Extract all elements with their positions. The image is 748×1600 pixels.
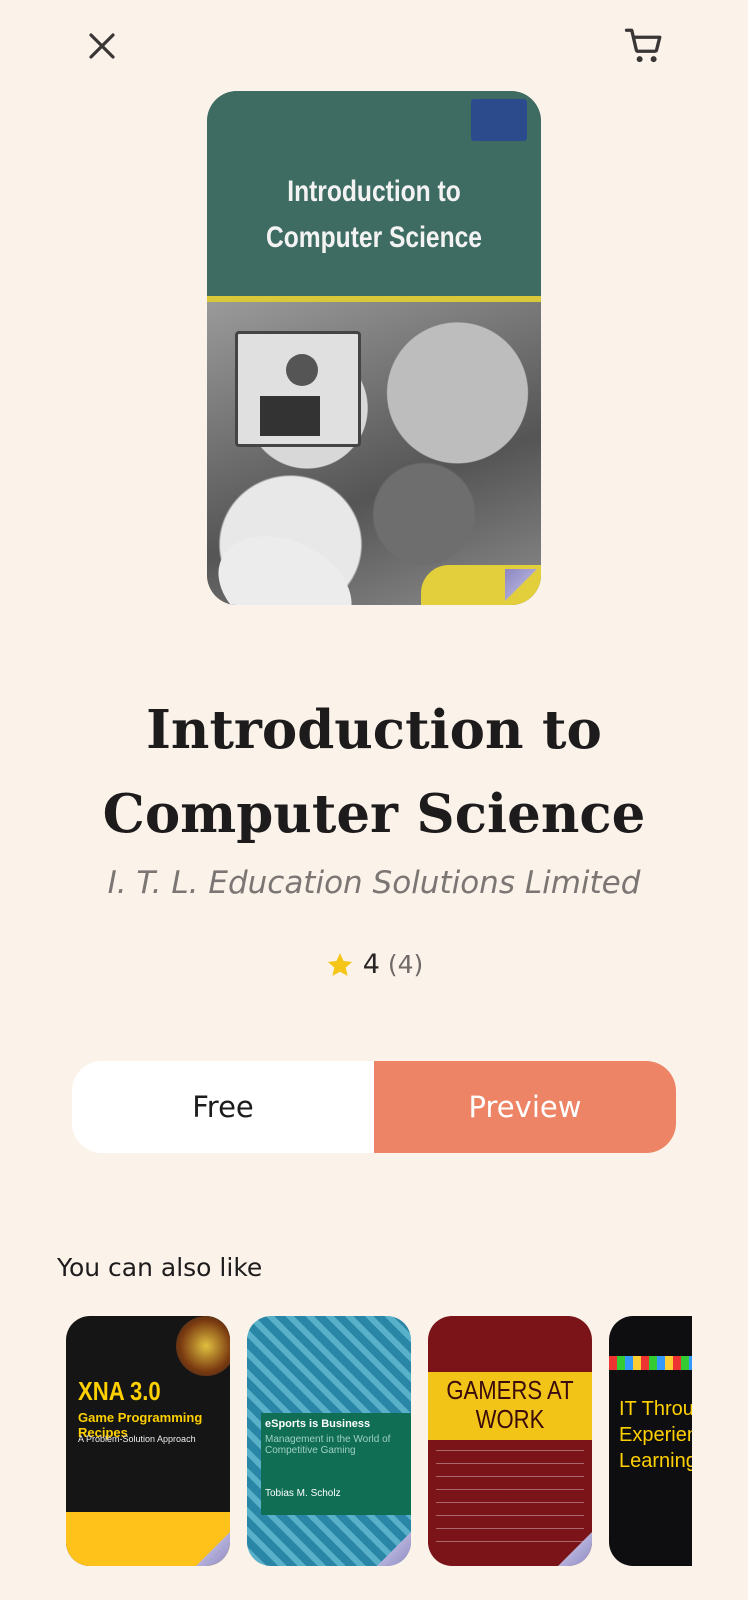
- top-bar: [0, 0, 748, 90]
- shopping-cart-icon: [624, 28, 662, 63]
- close-button[interactable]: [78, 22, 126, 70]
- recommendation-tagline: A Problem-Solution Approach: [78, 1434, 196, 1444]
- close-icon: [89, 33, 115, 59]
- action-buttons: Free Preview: [72, 1061, 676, 1153]
- book-author: I. T. L. Education Solutions Limited: [107, 865, 641, 901]
- book-cover: Introduction to Computer Science: [207, 91, 541, 605]
- recommendation-title: IT Through Experiential Learning: [619, 1398, 692, 1472]
- cover-graphic: [176, 1316, 230, 1376]
- recommendations-title: You can also like: [57, 1253, 263, 1282]
- page-curl-icon: [377, 1532, 411, 1566]
- star-icon: [327, 952, 352, 976]
- recommendation-card[interactable]: GAMERS AT WORK: [428, 1316, 592, 1566]
- recommendation-card[interactable]: IT Through Experiential Learning: [609, 1316, 692, 1566]
- rating: 4 (4): [0, 949, 748, 980]
- recommendation-card[interactable]: eSports is Business Management in the Wo…: [247, 1316, 411, 1566]
- recommendation-title: eSports is Business: [265, 1418, 371, 1430]
- cover-band: [609, 1356, 692, 1370]
- floppy-disk-image: [235, 331, 361, 447]
- recommendations-carousel[interactable]: XNA 3.0 Game Programming Recipes A Probl…: [66, 1316, 692, 1568]
- rating-count: (4): [387, 950, 424, 979]
- book-title-line-1: Introduction to: [146, 699, 602, 761]
- recommendation-card[interactable]: XNA 3.0 Game Programming Recipes A Probl…: [66, 1316, 230, 1566]
- book-title-line-2: Computer Science: [102, 783, 646, 845]
- cover-title: Introduction to Computer Science: [265, 175, 482, 254]
- book-title: Introduction to Computer Science: [40, 688, 708, 856]
- recommendation-title: XNA 3.0: [78, 1376, 161, 1406]
- recommendation-author: Tobias M. Scholz: [265, 1488, 341, 1499]
- cover-text-lines: [436, 1450, 584, 1550]
- free-button[interactable]: Free: [72, 1061, 374, 1153]
- cart-button[interactable]: [618, 20, 670, 72]
- recommendation-subtitle: Management in the World of Competitive G…: [265, 1434, 391, 1456]
- publisher-logo: [471, 99, 527, 141]
- rating-score: 4: [362, 949, 380, 980]
- preview-button[interactable]: Preview: [374, 1061, 676, 1153]
- recommendation-title: GAMERS AT WORK: [446, 1375, 574, 1434]
- cover-header: Introduction to Computer Science: [207, 91, 541, 296]
